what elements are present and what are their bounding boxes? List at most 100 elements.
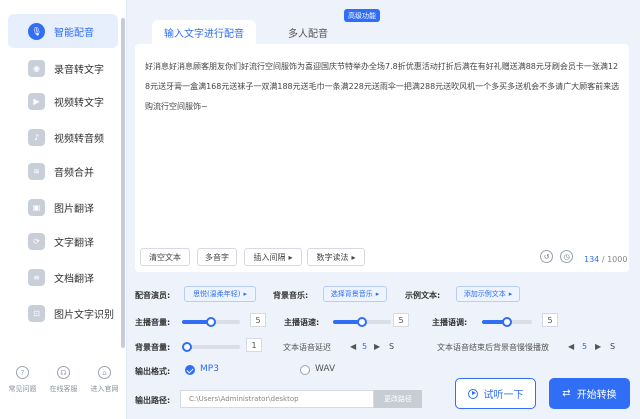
- online-support-link[interactable]: ☊ 在线客服: [44, 366, 84, 406]
- bg-volume-label: 背景音量:: [135, 343, 171, 352]
- sidebar-item-label: 文档翻译: [54, 273, 94, 285]
- format-wav-radio[interactable]: [300, 365, 310, 375]
- sidebar: 🎙 智能配音 ◉ 录音转文字 ▶ 视频转文字 ♪ 视频转音频 ≋ 音频合并 ▣ …: [0, 0, 127, 419]
- volume-value[interactable]: 5: [250, 313, 266, 327]
- sidebar-item-label: 智能配音: [54, 27, 94, 39]
- pitch-knob[interactable]: [502, 317, 512, 327]
- sidebar-item-audio-merge[interactable]: ≋ 音频合并: [8, 154, 118, 188]
- editor-text[interactable]: 好消息好消息顾客朋友你们好流行空间服饰为喜迎国庆节特举办全场7.8折优惠活动打折…: [145, 57, 620, 117]
- format-mp3-radio[interactable]: [185, 365, 195, 375]
- bgm-select[interactable]: 选择背景音乐 ▸: [323, 286, 387, 302]
- microphone-icon: 🎙: [28, 22, 45, 40]
- speed-value[interactable]: 5: [393, 313, 409, 327]
- delay-increase-icon[interactable]: ▶: [374, 342, 380, 351]
- fade-increase-icon[interactable]: ▶: [595, 342, 601, 351]
- video-audio-icon: ♪: [28, 128, 45, 146]
- headset-icon: ☊: [57, 366, 70, 379]
- sidebar-scrollbar[interactable]: [121, 18, 125, 348]
- sidebar-item-document-translate[interactable]: ≡ 文档翻译: [8, 260, 118, 294]
- home-icon: ⌂: [98, 366, 111, 379]
- fade-label: 文本语音结束后背景音慢慢播放: [437, 343, 549, 352]
- polyphone-button[interactable]: 多音字: [197, 248, 237, 266]
- sidebar-item-label: 音频合并: [54, 167, 94, 179]
- output-path-input[interactable]: C:\Users\Administrator\desktop: [180, 390, 374, 408]
- sidebar-fade: [0, 338, 122, 352]
- format-mp3-label[interactable]: MP3: [200, 364, 219, 374]
- fade-unit: S: [610, 342, 616, 351]
- pitch-label: 主播语调:: [432, 318, 468, 327]
- char-counter: 134 / 1000: [584, 255, 627, 264]
- number-reading-button[interactable]: 数字读法 ▸: [307, 248, 365, 266]
- video-text-icon: ▶: [28, 92, 45, 110]
- sidebar-item-ocr[interactable]: ⊡ 图片文字识别: [8, 296, 118, 330]
- text-translate-icon: ⟳: [28, 232, 45, 250]
- sidebar-item-text-translate[interactable]: ⟳ 文字翻译: [8, 224, 118, 258]
- caret-right-icon: ▸: [351, 252, 356, 262]
- start-convert-button[interactable]: ⇄ 开始转换: [549, 378, 630, 409]
- fade-value: 5: [582, 342, 588, 351]
- faq-link[interactable]: ? 常见问题: [3, 366, 43, 406]
- insert-pause-label: 插入间隔: [253, 252, 286, 262]
- question-icon: ?: [16, 366, 29, 379]
- preview-button[interactable]: 试听一下: [455, 378, 536, 409]
- sidebar-item-label: 文字翻译: [54, 237, 94, 249]
- bg-volume-slider[interactable]: [182, 342, 240, 352]
- clock-icon[interactable]: ◷: [560, 250, 573, 263]
- faq-label: 常见问题: [8, 385, 37, 393]
- sidebar-bottom-links: ? 常见问题 ☊ 在线客服 ⌂ 进入官网: [0, 366, 127, 406]
- image-translate-icon: ▣: [28, 198, 45, 216]
- voice-value: 思悦(温柔年轻): [193, 290, 241, 298]
- format-wav-label[interactable]: WAV: [315, 364, 335, 374]
- voice-select[interactable]: 思悦(温柔年轻) ▸: [184, 286, 256, 302]
- delay-decrease-icon[interactable]: ◀: [350, 342, 356, 351]
- voice-label: 配音演员:: [135, 291, 171, 300]
- sidebar-item-video-to-audio[interactable]: ♪ 视频转音频: [8, 120, 118, 154]
- official-site-link[interactable]: ⌂ 进入官网: [85, 366, 125, 406]
- sidebar-item-video-to-text[interactable]: ▶ 视频转文字: [8, 84, 118, 118]
- tab-multi-voice[interactable]: 多人配音: [256, 20, 360, 44]
- pitch-value[interactable]: 5: [542, 313, 558, 327]
- volume-knob[interactable]: [206, 317, 216, 327]
- convert-icon: ⇄: [562, 388, 571, 399]
- char-max: / 1000: [601, 255, 628, 264]
- bg-volume-knob[interactable]: [182, 342, 192, 352]
- clear-text-button[interactable]: 清空文本: [140, 248, 190, 266]
- speed-knob[interactable]: [357, 317, 367, 327]
- undo-icon[interactable]: ↺: [540, 250, 553, 263]
- speed-slider[interactable]: [333, 317, 391, 327]
- sidebar-item-image-translate[interactable]: ▣ 图片翻译: [8, 190, 118, 224]
- sidebar-item-label: 视频转文字: [54, 97, 104, 109]
- fade-decrease-icon[interactable]: ◀: [568, 342, 574, 351]
- sidebar-item-label: 图片翻译: [54, 203, 94, 215]
- recording-icon: ◉: [28, 59, 45, 77]
- tab-text-dubbing[interactable]: 输入文字进行配音: [152, 20, 256, 44]
- bg-volume-value[interactable]: 1: [246, 338, 262, 352]
- official-site-label: 进入官网: [90, 385, 119, 393]
- char-count: 134: [584, 255, 600, 264]
- text-editor[interactable]: 好消息好消息顾客朋友你们好流行空间服饰为喜迎国庆节特举办全场7.8折优惠活动打折…: [135, 44, 629, 272]
- ocr-icon: ⊡: [28, 304, 45, 322]
- sidebar-item-label: 视频转音频: [54, 133, 104, 145]
- delay-label: 文本语音延迟: [283, 343, 331, 352]
- play-icon: [467, 388, 478, 399]
- caret-right-icon: ▸: [508, 290, 513, 298]
- online-support-label: 在线客服: [49, 385, 78, 393]
- delay-unit: S: [389, 342, 395, 351]
- audio-merge-icon: ≋: [28, 162, 45, 180]
- sidebar-item-label: 录音转文字: [54, 64, 104, 76]
- document-translate-icon: ≡: [28, 268, 45, 286]
- sidebar-item-label: 图片文字识别: [54, 309, 114, 321]
- sidebar-item-recording-to-text[interactable]: ◉ 录音转文字: [8, 51, 118, 85]
- insert-pause-button[interactable]: 插入间隔 ▸: [244, 248, 302, 266]
- change-path-button[interactable]: 更改路径: [374, 390, 422, 408]
- pitch-slider[interactable]: [482, 317, 532, 327]
- sidebar-item-smart-dubbing[interactable]: 🎙 智能配音: [8, 14, 118, 48]
- bgm-value: 选择背景音乐: [330, 290, 373, 298]
- volume-slider[interactable]: [182, 317, 240, 327]
- volume-label: 主播音量:: [135, 318, 171, 327]
- format-label: 输出格式:: [135, 367, 171, 376]
- sample-label: 示例文本:: [405, 291, 441, 300]
- sample-select[interactable]: 添加示例文本 ▸: [456, 286, 520, 302]
- delay-value: 5: [362, 342, 368, 351]
- number-reading-label: 数字读法: [316, 252, 349, 262]
